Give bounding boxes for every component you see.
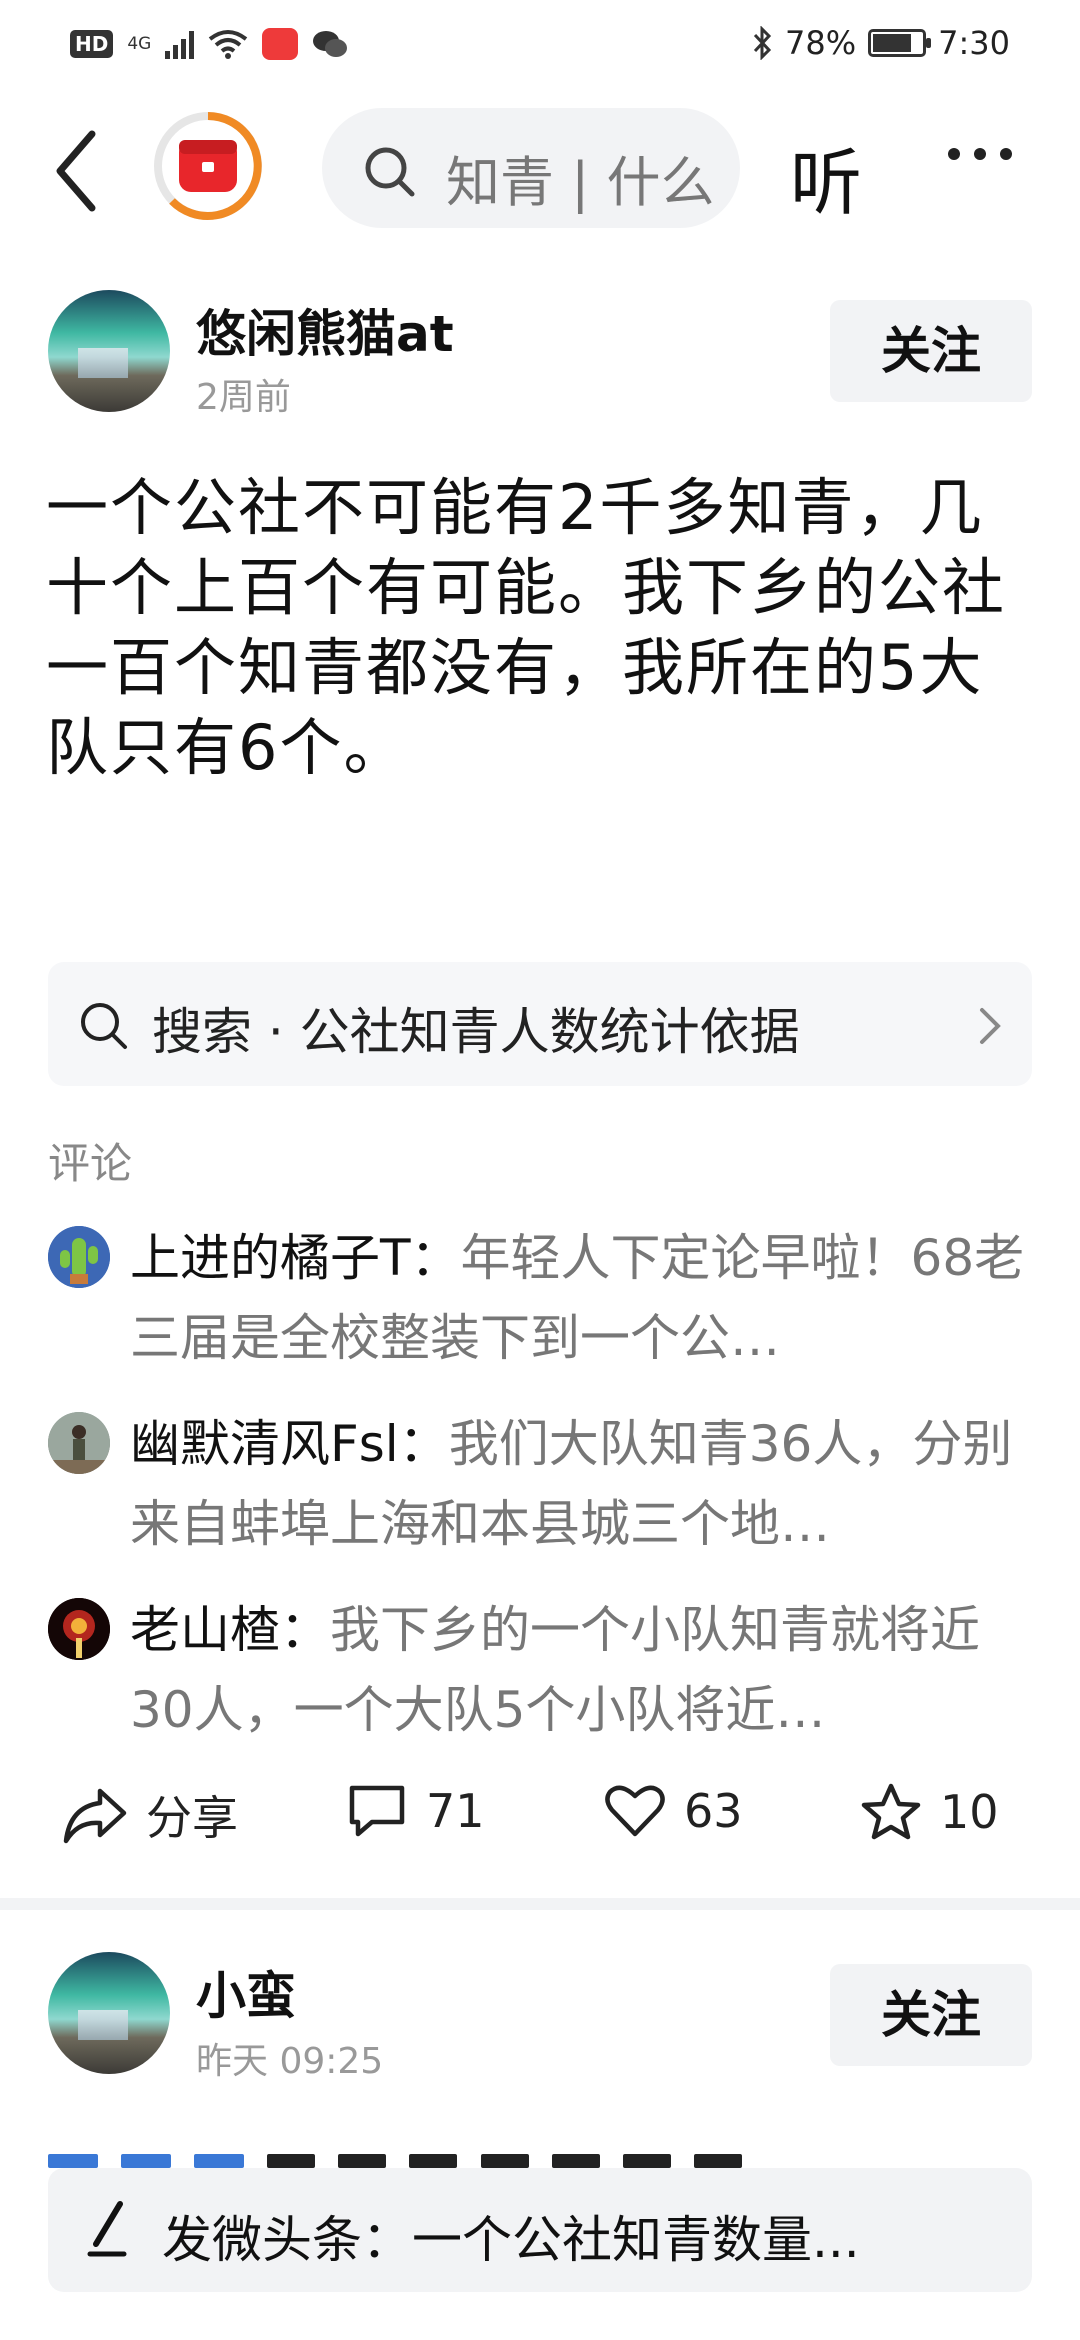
comments-title: 评论 [48, 1139, 133, 1188]
favorite-count: 10 [940, 1785, 999, 1839]
search-icon [81, 1003, 127, 1049]
comment-count: 71 [426, 1784, 485, 1838]
person-avatar-icon [48, 1412, 110, 1474]
wechat-icon [313, 31, 348, 57]
favorite-button[interactable]: 10 [860, 1782, 999, 1842]
next-post-text-peek [48, 2140, 1032, 2168]
post-actions: 分享 71 63 10 [0, 1782, 1080, 1872]
search-suggestion[interactable]: 搜索 · 公社知青人数统计依据 [48, 962, 1032, 1086]
author-name[interactable]: 悠闲熊猫at [196, 294, 454, 366]
battery-icon [868, 29, 932, 57]
app-logo-icon [154, 112, 262, 220]
comment-text: 上进的橘子T：年轻人下定论早啦！68老三届是全校整装下到一个公… [130, 1218, 1036, 1378]
author-avatar[interactable] [48, 290, 170, 412]
author-avatar[interactable] [48, 1952, 170, 2074]
wifi-icon [209, 30, 248, 59]
bluetooth-icon [753, 26, 772, 60]
pen-icon [87, 2201, 127, 2257]
comment-item[interactable]: 老山楂：我下乡的一个小队知青就将近30人，一个大队5个小队将近… [48, 1590, 1038, 1750]
fireworks-avatar-icon [48, 1598, 110, 1660]
status-bar: HD 4G 78% 7:30 [0, 0, 1080, 92]
commenter-name: 幽默清风Fsl： [130, 1415, 449, 1473]
comment-text: 老山楂：我下乡的一个小队知青就将近30人，一个大队5个小队将近… [130, 1590, 1036, 1750]
commenter-name: 上进的橘子T： [130, 1229, 461, 1287]
battery-percent: 78% [785, 24, 857, 62]
share-icon [63, 1788, 127, 1844]
commenter-avatar[interactable] [48, 1412, 110, 1474]
comment-text: 幽默清风Fsl：我们大队知青36人，分别来自蚌埠上海和本县城三个地… [130, 1404, 1036, 1564]
commenter-avatar[interactable] [48, 1598, 110, 1660]
post-time: 昨天 09:25 [196, 2041, 384, 2082]
network-type: 4G [127, 33, 152, 54]
more-options-icon[interactable] [948, 148, 1012, 160]
status-bar-left: HD 4G [70, 28, 348, 60]
comment-button[interactable]: 71 [346, 1782, 485, 1840]
commenter-avatar[interactable] [48, 1226, 110, 1288]
comment-item[interactable]: 上进的橘子T：年轻人下定论早啦！68老三届是全校整装下到一个公… [48, 1218, 1038, 1378]
post-time: 2周前 [196, 377, 291, 418]
signal-icon [165, 29, 195, 59]
search-input[interactable]: 知青 | 什么 [322, 108, 740, 228]
huawei-app-icon [262, 28, 299, 60]
compose-bar[interactable]: 发微头条：一个公社知青数量... [48, 2168, 1032, 2292]
star-icon [861, 1783, 921, 1840]
search-icon [365, 147, 415, 197]
back-icon[interactable] [48, 126, 108, 216]
hd-badge: HD [70, 30, 114, 58]
commenter-name: 老山楂： [130, 1601, 330, 1659]
search-suggestion-text: 搜索 · 公社知青人数统计依据 [152, 1003, 800, 1061]
compose-text: 发微头条：一个公社知青数量... [162, 2211, 860, 2269]
status-bar-right: 78% 7:30 [751, 24, 1010, 62]
follow-button[interactable]: 关注 [830, 300, 1032, 402]
battery-fill [873, 34, 911, 52]
share-button[interactable]: 分享 [62, 1782, 238, 1848]
cactus-avatar-icon [48, 1226, 110, 1288]
clock: 7:30 [938, 24, 1010, 62]
app-logo-button[interactable] [152, 110, 264, 222]
follow-button[interactable]: 关注 [830, 1964, 1032, 2066]
post-body[interactable]: 一个公社不可能有2千多知青，几十个上百个有可能。我下乡的公社一百个知青都没有，我… [46, 468, 1036, 788]
post-divider [0, 1898, 1080, 1910]
search-text: 知青 | 什么 [446, 151, 715, 214]
top-nav: 知青 | 什么 听 [0, 100, 1080, 240]
chevron-right-icon [980, 1008, 1001, 1044]
like-count: 63 [684, 1784, 743, 1838]
share-label: 分享 [146, 1791, 238, 1845]
comment-item[interactable]: 幽默清风Fsl：我们大队知青36人，分别来自蚌埠上海和本县城三个地… [48, 1404, 1038, 1564]
comment-icon [349, 1785, 405, 1837]
like-button[interactable]: 63 [604, 1782, 743, 1840]
listen-button[interactable]: 听 [790, 124, 862, 229]
author-name[interactable]: 小蛮 [196, 1956, 296, 2028]
heart-icon [605, 1785, 665, 1837]
